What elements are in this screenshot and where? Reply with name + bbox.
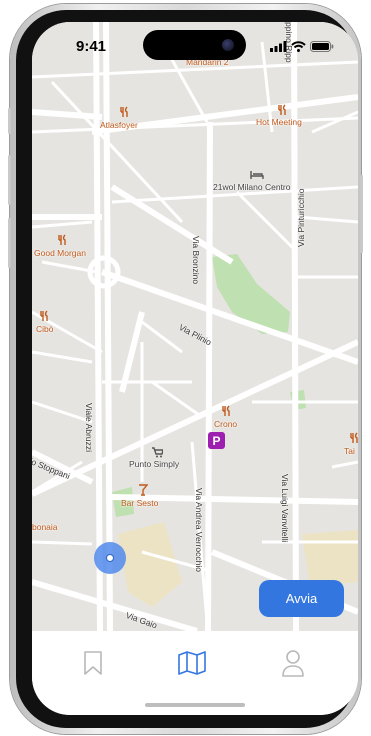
person-icon (282, 650, 304, 677)
tab-saved[interactable] (73, 643, 113, 683)
location-dot-center (106, 554, 114, 562)
status-bar: 9:41 (32, 22, 358, 70)
current-location-marker[interactable] (94, 542, 126, 574)
map-place-label[interactable]: Hot Meeting (256, 117, 302, 127)
volume-up-button (8, 155, 11, 205)
parking-label: P (212, 433, 221, 448)
bed-icon[interactable] (250, 170, 264, 180)
map-place-label[interactable]: Bar Sesto (121, 498, 158, 508)
map-place-label[interactable]: Good Morgan (34, 248, 86, 258)
signal-icon (270, 41, 287, 52)
tab-profile[interactable] (273, 643, 313, 683)
volume-down-button (8, 218, 11, 268)
map-view[interactable]: P Mandarin 2 Atlasfoyer Hot Meeting 21wo… (32, 22, 358, 631)
street-label: Via Andrea Verrocchio (194, 488, 204, 572)
street-label: Via Pinturicchio (296, 188, 306, 247)
restaurant-icon[interactable] (348, 432, 358, 444)
battery-icon (310, 41, 334, 52)
cart-icon[interactable] (151, 447, 163, 458)
screen: P Mandarin 2 Atlasfoyer Hot Meeting 21wo… (32, 22, 358, 715)
home-indicator (145, 703, 245, 707)
wifi-icon (291, 41, 306, 52)
map-place-label[interactable]: Atlasfoyer (100, 120, 138, 130)
sand-area (302, 530, 358, 587)
tab-map[interactable] (172, 643, 212, 683)
restaurant-icon[interactable] (276, 104, 288, 116)
map-place-label[interactable]: Cibò (36, 324, 53, 334)
map-place-label[interactable]: Crono (214, 419, 237, 429)
start-button[interactable]: Avvia (259, 580, 344, 617)
tab-bar (32, 631, 358, 715)
restaurant-icon[interactable] (118, 106, 130, 118)
restaurant-icon[interactable] (38, 310, 50, 322)
parking-icon[interactable]: P (208, 432, 225, 449)
restaurant-icon[interactable] (56, 234, 68, 246)
bookmark-icon (84, 651, 102, 675)
map-place-label[interactable]: bonaia (32, 522, 58, 532)
street-label: Via Bronzino (191, 236, 201, 285)
dynamic-island (143, 30, 246, 60)
street-label: Via Luigi Vanvitelli (280, 474, 290, 543)
street-label: Viale Abruzzi (84, 403, 94, 452)
restaurant-icon[interactable] (220, 405, 232, 417)
map-place-label[interactable]: 21wol Milano Centro (213, 182, 290, 192)
status-icons (270, 41, 334, 52)
action-button (8, 108, 11, 134)
map-place-label[interactable]: Tai (344, 446, 355, 456)
camera-icon (222, 39, 234, 51)
cocktail-icon[interactable] (138, 484, 148, 496)
power-button (360, 175, 363, 253)
map-place-label[interactable]: Punto Simply (129, 459, 179, 469)
map-icon (178, 651, 206, 675)
status-time: 9:41 (76, 38, 107, 55)
